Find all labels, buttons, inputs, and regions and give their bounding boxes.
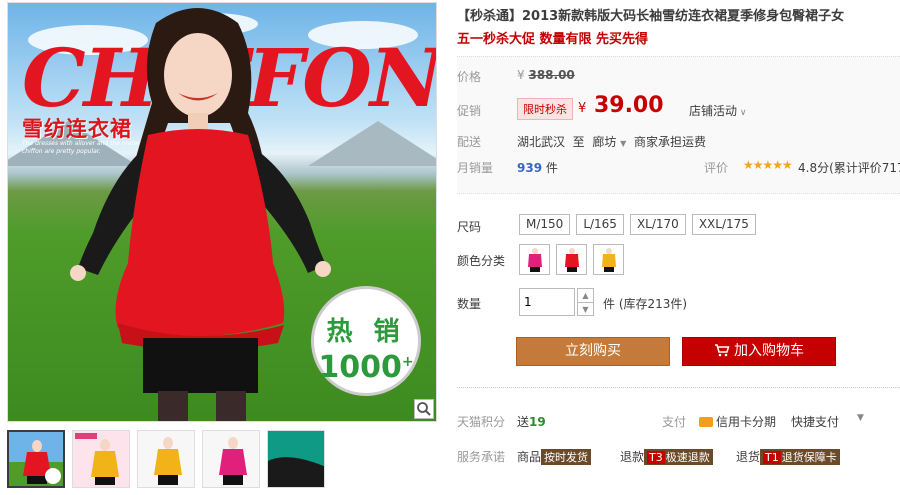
monthly-sales: 939 件 xyxy=(517,161,558,175)
color-swatch-yellow[interactable] xyxy=(593,244,624,275)
rating-label: 评价 xyxy=(704,161,729,175)
credit-card-icon xyxy=(699,417,713,427)
size-label: 尺码 xyxy=(457,220,482,234)
zoom-button[interactable] xyxy=(414,399,434,419)
rating-summary-link[interactable]: 4.8分(累计评价717) xyxy=(798,159,900,176)
color-options xyxy=(519,244,624,275)
thumbnail-strip xyxy=(7,430,325,488)
hot-sale-text: 热 销 xyxy=(326,317,406,347)
add-to-cart-button[interactable]: 加入购物车 xyxy=(682,337,836,366)
thumbnail-1[interactable] xyxy=(7,430,65,488)
flash-sale-tag: 限时秒杀 xyxy=(517,98,573,120)
credit-installment-option[interactable]: 信用卡分期 xyxy=(699,413,776,430)
store-activity-dropdown[interactable]: 店铺活动 ∨ xyxy=(689,102,746,119)
original-price-label: 价格 xyxy=(457,70,482,84)
color-swatch-pink[interactable] xyxy=(519,244,550,275)
thumbnail-2[interactable] xyxy=(72,430,130,488)
thumbnail-image xyxy=(268,431,324,487)
thumbnail-5[interactable] xyxy=(267,430,325,488)
quantity-label: 数量 xyxy=(457,297,482,311)
swatch-image xyxy=(565,248,579,272)
shipping-label: 配送 xyxy=(457,135,482,149)
original-price: ¥ 388.00 xyxy=(517,68,575,82)
size-option[interactable]: L/165 xyxy=(576,214,624,235)
thumbnail-image xyxy=(9,432,63,486)
buy-now-button[interactable]: 立刻购买 xyxy=(516,337,670,366)
quantity-input[interactable] xyxy=(519,288,575,316)
hot-sale-count: 1000+ xyxy=(318,350,414,385)
color-swatch-red[interactable] xyxy=(556,244,587,275)
stock-info: 件 (库存213件) xyxy=(603,297,688,311)
monthly-sales-label: 月销量 xyxy=(457,161,494,175)
thumbnail-image xyxy=(138,431,194,487)
shipping-info: 湖北武汉 至 廊坊 ▼ 商家承担运费 xyxy=(517,135,706,149)
service-promise-label: 服务承诺 xyxy=(457,450,506,464)
quantity-stepper: ▲ ▼ xyxy=(577,288,594,316)
main-product-image[interactable]: CHIFFON 雪纺连衣裙 The dresses with allover a… xyxy=(7,2,437,422)
swatch-image xyxy=(528,248,542,272)
product-title: 【秒杀通】2013新款韩版大码长袖雪纺连衣裙夏季修身包臀裙子女 xyxy=(457,9,845,24)
sale-price-label: 促销 xyxy=(457,104,482,118)
triangle-down-icon[interactable]: ▼ xyxy=(857,413,864,423)
swatch-image xyxy=(602,248,616,272)
payment-label: 支付 xyxy=(662,415,687,429)
promise-return-guarantee[interactable]: 退货 T1 退货保障卡 xyxy=(736,448,840,465)
thumbnail-image xyxy=(203,431,259,487)
points-label: 天猫积分 xyxy=(457,415,506,429)
quick-pay-option[interactable]: 快捷支付 xyxy=(791,413,839,430)
promo-text: 五一秒杀大促 数量有限 先买先得 xyxy=(457,32,649,47)
destination-selector[interactable]: 廊坊 ▼ xyxy=(592,135,626,149)
size-option[interactable]: M/150 xyxy=(519,214,571,235)
chevron-down-icon: ∨ xyxy=(737,108,747,118)
rating-stars: ★★★★★ xyxy=(743,158,793,172)
size-options: M/150 L/165 XL/170 XXL/175 xyxy=(519,214,756,235)
hot-sale-badge: 热 销 1000+ xyxy=(311,286,421,396)
size-option[interactable]: XL/170 xyxy=(629,214,686,235)
triangle-down-icon: ▼ xyxy=(620,139,627,148)
thumbnail-image xyxy=(73,431,129,487)
thumbnail-3[interactable] xyxy=(137,430,195,488)
size-option[interactable]: XXL/175 xyxy=(691,214,756,235)
increase-button[interactable]: ▲ xyxy=(578,289,593,302)
price-box: 价格 ¥ 388.00 促销 限时秒杀 ¥ 39.00 店铺活动 ∨ 配送 湖北… xyxy=(457,56,900,194)
magnifier-icon xyxy=(417,402,431,416)
sale-price: ¥ 39.00 xyxy=(578,93,664,118)
promise-fast-refund[interactable]: 退款 T3 极速退款 xyxy=(620,448,713,465)
decrease-button[interactable]: ▼ xyxy=(578,302,593,315)
model-figure xyxy=(70,8,331,421)
thumbnail-4[interactable] xyxy=(202,430,260,488)
cart-icon xyxy=(715,344,730,357)
divider xyxy=(457,387,900,388)
points-value: 送19 xyxy=(517,415,546,429)
promise-ontime-shipping[interactable]: 商品 按时发货 xyxy=(517,448,592,465)
color-label: 颜色分类 xyxy=(457,254,506,268)
